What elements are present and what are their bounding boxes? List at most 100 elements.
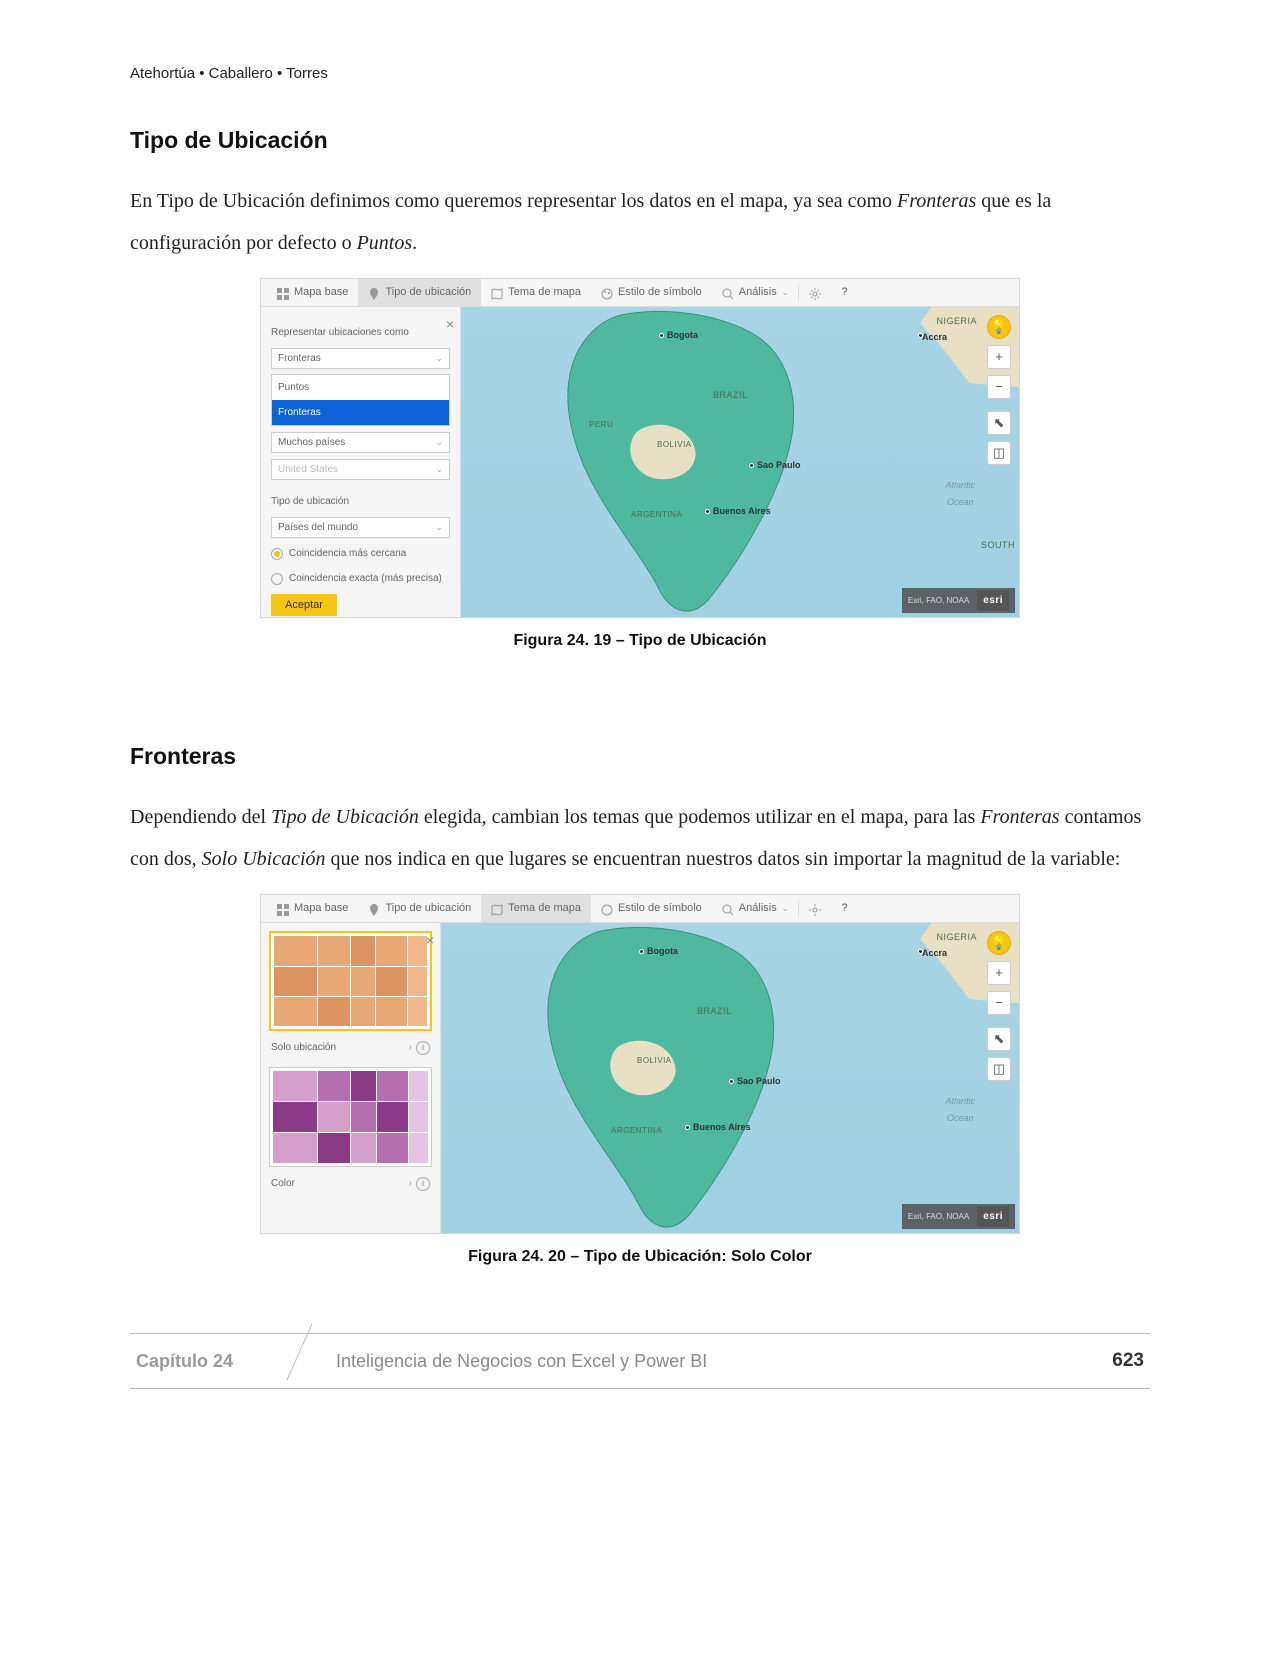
tb-label: Estilo de símbolo xyxy=(618,282,702,303)
map-controls: 💡 + − ⬉ ◫ xyxy=(987,315,1011,465)
tb-tema-mapa[interactable]: Tema de mapa xyxy=(481,895,591,922)
select-value: United States xyxy=(278,460,338,479)
arcgis-screenshot-1: Mapa base Tipo de ubicación Tema de mapa… xyxy=(260,278,1020,618)
ital: Tipo de Ubicación xyxy=(271,806,419,828)
zoom-out-button[interactable]: − xyxy=(987,375,1011,399)
label-atlantic: Atlantic Ocean xyxy=(945,1093,975,1127)
label-bolivia: BOLIVIA xyxy=(637,1053,672,1068)
info-icon[interactable]: i xyxy=(416,1177,430,1191)
palette-icon xyxy=(601,287,613,299)
tb-settings[interactable] xyxy=(799,279,831,306)
tb-tipo-ubicacion[interactable]: Tipo de ubicación xyxy=(358,895,481,922)
tb-label: Mapa base xyxy=(294,282,348,303)
radio-exact[interactable]: Coincidencia exacta (más precisa) xyxy=(271,569,450,588)
label-saopaulo: Sao Paulo xyxy=(737,1073,781,1090)
tb-tipo-ubicacion[interactable]: Tipo de ubicación xyxy=(358,279,481,306)
chevron-down-icon: ⌄ xyxy=(435,519,443,536)
chevron-right-icon[interactable]: › xyxy=(409,1174,412,1193)
country-scope-select[interactable]: Muchos países ⌄ xyxy=(271,432,450,453)
running-header: Atehortúa • Caballero • Torres xyxy=(130,60,1150,89)
tb-estilo-simbolo[interactable]: Estilo de símbolo xyxy=(591,279,712,306)
theme-label-row: Solo ubicación › i xyxy=(269,1035,432,1063)
tb-settings[interactable] xyxy=(799,895,831,922)
help-icon: ? xyxy=(841,282,847,303)
tb-label: Tema de mapa xyxy=(508,282,581,303)
figure-24-19: Mapa base Tipo de ubicación Tema de mapa… xyxy=(130,278,1150,656)
section-heading-tipo: Tipo de Ubicación xyxy=(130,119,1150,163)
help-icon: ? xyxy=(841,898,847,919)
map-attribution: Esri, FAO, NOAA esri xyxy=(902,1204,1015,1229)
treemap-orange-icon xyxy=(274,936,427,1026)
map-canvas[interactable]: NIGERIA Accra BRAZIL BOLIVIA PERU ARGENT… xyxy=(461,307,1019,617)
chevron-right-icon[interactable]: › xyxy=(409,1038,412,1057)
accept-button[interactable]: Aceptar xyxy=(271,594,337,616)
option-puntos[interactable]: Puntos xyxy=(272,375,449,400)
info-icon[interactable]: i xyxy=(416,1041,430,1055)
theme-label-row: Color › i xyxy=(269,1171,432,1199)
ital: Solo Ubicación xyxy=(202,848,326,870)
tb-label: Estilo de símbolo xyxy=(618,898,702,919)
hint-bulb-button[interactable]: 💡 xyxy=(987,315,1011,339)
tb-label: Análisis xyxy=(739,282,777,303)
country-select[interactable]: United States ⌄ xyxy=(271,459,450,480)
tb-estilo-simbolo[interactable]: Estilo de símbolo xyxy=(591,895,712,922)
label-nigeria: NIGERIA xyxy=(936,929,977,946)
tb-analisis[interactable]: Análisis ⌄ xyxy=(712,895,799,922)
radio-nearest[interactable]: Coincidencia más cercana xyxy=(271,544,450,563)
radio-icon xyxy=(271,548,283,560)
tb-mapa-base[interactable]: Mapa base xyxy=(267,279,358,306)
zoom-in-button[interactable]: + xyxy=(987,345,1011,369)
cursor-icon: ⬉ xyxy=(994,1027,1005,1052)
close-icon[interactable]: × xyxy=(446,311,454,338)
arcgis-toolbar: Mapa base Tipo de ubicación Tema de mapa… xyxy=(261,279,1019,307)
zoom-in-button[interactable]: + xyxy=(987,961,1011,985)
theme-solo-ubicacion[interactable] xyxy=(269,931,432,1031)
label-argentina: ARGENTINA xyxy=(611,1123,662,1138)
label-bogota: Bogota xyxy=(647,943,678,960)
tb-mapa-base[interactable]: Mapa base xyxy=(267,895,358,922)
text: Atlantic xyxy=(945,480,975,490)
close-icon[interactable]: × xyxy=(426,927,434,954)
lasso-tool-button[interactable]: ◫ xyxy=(987,1057,1011,1081)
tb-analisis[interactable]: Análisis ⌄ xyxy=(712,279,799,306)
option-fronteras[interactable]: Fronteras xyxy=(272,400,449,425)
label-accra: Accra xyxy=(922,945,947,962)
tb-help[interactable]: ? xyxy=(831,279,857,306)
represent-dropdown: Puntos Fronteras xyxy=(271,374,450,426)
tb-help[interactable]: ? xyxy=(831,895,857,922)
tb-label: Tipo de ubicación xyxy=(385,282,471,303)
tb-tema-mapa[interactable]: Tema de mapa xyxy=(481,279,591,306)
zoom-out-button[interactable]: − xyxy=(987,991,1011,1015)
select-tool-button[interactable]: ⬉ xyxy=(987,1027,1011,1051)
chevron-down-icon: ⌄ xyxy=(782,901,789,916)
bulb-icon: 💡 xyxy=(991,931,1007,956)
text: Atlantic xyxy=(945,1096,975,1106)
radio-icon xyxy=(271,573,283,585)
grid-icon xyxy=(277,287,289,299)
map-icon xyxy=(491,903,503,915)
radio-label: Coincidencia más cercana xyxy=(289,544,406,563)
hint-bulb-button[interactable]: 💡 xyxy=(987,931,1011,955)
lasso-icon: ◫ xyxy=(993,441,1005,466)
label-brazil: BRAZIL xyxy=(697,1003,732,1020)
represent-select[interactable]: Fronteras ⌄ xyxy=(271,348,450,369)
map-attribution: Esri, FAO, NOAA esri xyxy=(902,588,1015,613)
location-type-panel: × Representar ubicaciones como Fronteras… xyxy=(261,307,461,617)
footer-chapter: Capítulo 24 xyxy=(130,1344,300,1378)
south-america-shape xyxy=(511,925,831,1231)
attrib-text: Esri, FAO, NOAA xyxy=(908,1209,969,1224)
theme-color[interactable] xyxy=(269,1067,432,1167)
map-canvas[interactable]: NIGERIA Accra BRAZIL BOLIVIA ARGENTINA B… xyxy=(441,923,1019,1233)
tb-label: Tipo de ubicación xyxy=(385,898,471,919)
chevron-down-icon: ⌄ xyxy=(435,350,443,367)
footer-page-number: 623 xyxy=(1112,1343,1150,1379)
tipo-select[interactable]: Países del mundo ⌄ xyxy=(271,517,450,538)
theme-panel: × Solo ubicación › i xyxy=(261,923,441,1233)
attrib-text: Esri, FAO, NOAA xyxy=(908,593,969,608)
select-value: Países del mundo xyxy=(278,518,358,537)
text: . xyxy=(412,232,417,254)
select-tool-button[interactable]: ⬉ xyxy=(987,411,1011,435)
select-value: Fronteras xyxy=(278,349,321,368)
lasso-tool-button[interactable]: ◫ xyxy=(987,441,1011,465)
esri-badge: esri xyxy=(977,590,1009,611)
